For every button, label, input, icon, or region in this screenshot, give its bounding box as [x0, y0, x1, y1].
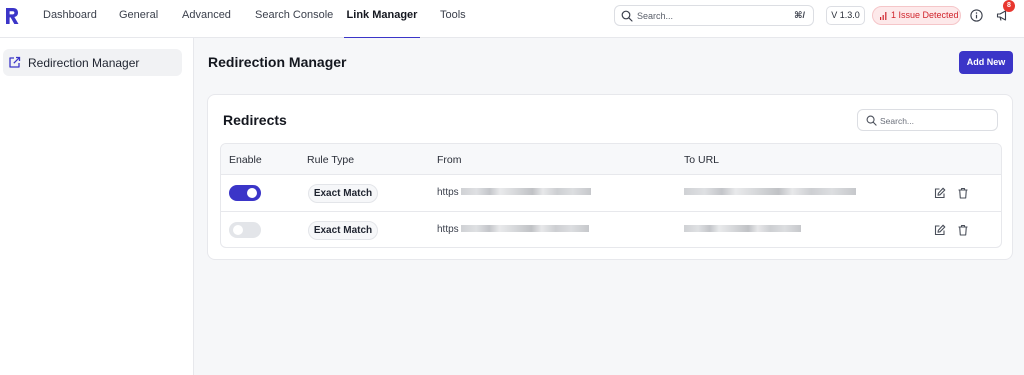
issue-label: 1 Issue Detected — [891, 10, 959, 20]
column-header-from: From — [437, 154, 462, 166]
info-icon[interactable] — [970, 9, 983, 22]
external-link-icon — [9, 56, 21, 68]
add-new-button[interactable]: Add New — [959, 51, 1013, 74]
table-row: Exact Match https — [221, 175, 1001, 212]
search-shortcut: ⌘/ — [794, 10, 805, 20]
redacted-from-url — [461, 225, 589, 232]
trash-icon[interactable] — [957, 187, 969, 199]
toggle-knob — [247, 188, 257, 198]
sidebar: Redirection Manager — [0, 38, 194, 375]
column-header-to-url: To URL — [684, 154, 720, 166]
redacted-to-url — [684, 225, 801, 232]
nav-dashboard[interactable]: Dashboard — [43, 0, 97, 38]
search-icon — [866, 115, 877, 126]
table-header: Enable Rule Type From To URL — [221, 144, 1001, 175]
top-navigation-bar: Dashboard General Advanced Search Consol… — [0, 0, 1024, 38]
edit-icon[interactable] — [934, 224, 946, 236]
nav-tools[interactable]: Tools — [440, 0, 466, 38]
redirects-search-input[interactable] — [880, 113, 990, 128]
redirects-title: Redirects — [223, 112, 287, 128]
redirects-card: Redirects Enable Rule Type From To URL E… — [207, 94, 1013, 260]
column-header-enable: Enable — [229, 154, 262, 166]
redirects-search[interactable] — [857, 109, 998, 131]
nav-link-manager[interactable]: Link Manager — [344, 0, 420, 38]
rule-type-chip: Exact Match — [308, 221, 378, 240]
global-search[interactable]: ⌘/ — [614, 5, 814, 26]
nav-general[interactable]: General — [119, 0, 158, 38]
column-header-rule-type: Rule Type — [307, 154, 355, 166]
redacted-from-url — [461, 188, 591, 195]
from-url: https — [437, 187, 459, 198]
search-icon — [621, 10, 633, 22]
signal-bars-icon — [880, 12, 887, 20]
version-badge: V 1.3.0 — [826, 6, 865, 25]
toggle-knob — [233, 225, 243, 235]
from-url: https — [437, 224, 459, 235]
redirects-table: Enable Rule Type From To URL Exact Match… — [220, 143, 1002, 248]
global-search-input[interactable] — [637, 8, 777, 23]
nav-search-console[interactable]: Search Console — [255, 0, 333, 38]
app-logo-icon[interactable] — [4, 7, 20, 25]
issue-badge[interactable]: 1 Issue Detected — [872, 6, 961, 25]
sidebar-item-label: Redirection Manager — [28, 56, 140, 70]
table-row: Exact Match https — [221, 212, 1001, 247]
sidebar-item-redirection-manager[interactable]: Redirection Manager — [3, 49, 182, 76]
enable-toggle[interactable] — [229, 185, 261, 201]
edit-icon[interactable] — [934, 187, 946, 199]
notification-count-badge: 8 — [1003, 0, 1015, 12]
page-title: Redirection Manager — [208, 54, 347, 70]
rule-type-chip: Exact Match — [308, 184, 378, 203]
enable-toggle[interactable] — [229, 222, 261, 238]
trash-icon[interactable] — [957, 224, 969, 236]
redacted-to-url — [684, 188, 856, 195]
nav-advanced[interactable]: Advanced — [182, 0, 231, 38]
